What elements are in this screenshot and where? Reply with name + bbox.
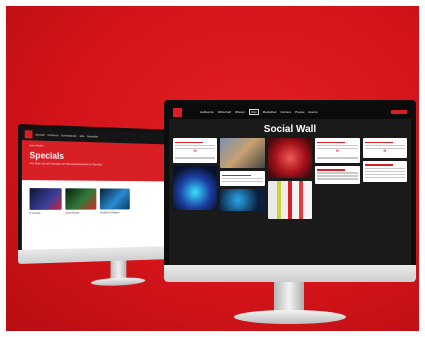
social-post[interactable]: ❝ [315,138,360,163]
post-image[interactable] [267,138,313,178]
monitor-stand-foot [90,276,146,287]
post-text-line [364,170,405,173]
post-text-line [317,178,358,180]
post-text-line [317,169,346,171]
card-thumbnail [65,188,97,210]
monitor-chin [164,265,416,282]
card-caption: Künstliche Intelligenz [99,211,120,215]
front-monitor: Heilberufe Wirtschaft Wissen Wall Mediat… [164,100,419,331]
special-card[interactable]: Künstliche Intelligenz [99,188,130,215]
red-backdrop: Specials Konferenz Eventkalender Jobs Ne… [6,6,419,331]
social-post[interactable] [315,165,360,184]
post-text-line [222,180,263,183]
quote-icon: ❝ [193,149,197,156]
monitor-stand-foot [234,310,346,324]
card-caption: IT-Security [29,211,41,215]
post-text-line [317,157,358,159]
card-thumbnail [29,188,62,210]
post-text-line [317,144,358,147]
login-button[interactable] [391,110,407,114]
special-card[interactable]: IT-Security [29,188,62,215]
post-text-line [222,174,251,177]
nav-item[interactable]: Wissen [235,110,245,114]
post-text-line [364,144,405,147]
nav-item[interactable]: Karriere [280,110,291,114]
nav-item[interactable]: Wirtschaft [218,110,231,114]
social-wall-nav: Heilberufe Wirtschaft Wissen Wall Mediat… [169,105,411,119]
post-text-line [317,175,358,177]
social-wall-page: Heilberufe Wirtschaft Wissen Wall Mediat… [169,105,411,265]
page-title: Social Wall [263,124,317,135]
post-text-line [364,176,405,179]
nav-item[interactable]: Jobs [79,135,84,138]
nav-item-active[interactable]: Wall [248,109,259,115]
special-card[interactable]: Cloud-Dienste [65,188,97,215]
wall-column: ❝ [315,138,360,219]
post-text-line [317,141,346,144]
page-title: Specials [29,150,65,161]
post-text-line [175,144,216,147]
post-image[interactable] [220,138,265,168]
post-text-line [364,167,405,170]
post-text-line [364,164,393,166]
post-text-line [364,141,393,144]
nav-item[interactable]: Newsletter [87,135,98,138]
wall-column [220,138,265,219]
nav-item[interactable]: Events [308,110,317,114]
nav-item[interactable]: Mediathek [263,110,277,114]
nav-item[interactable]: Specials [35,133,44,136]
page-subtitle: Hier finden Sie alle Specials und Themen… [29,162,103,167]
post-text-line [175,141,204,144]
social-post[interactable] [362,160,407,182]
nav-item[interactable]: Heilberufe [200,110,214,114]
quote-icon: ❝ [383,149,387,156]
wall-column: ❝ [173,138,218,219]
social-post[interactable] [220,171,265,186]
post-text-line [317,172,358,174]
nav-item[interactable]: Eventkalender [61,134,76,137]
post-text-line [364,173,405,176]
wall-column: ❝ [362,138,407,219]
social-post[interactable]: ❝ [173,138,218,163]
quote-icon: ❝ [335,149,339,156]
brand-logo[interactable] [173,107,182,117]
nav-item[interactable]: Presse [295,110,304,114]
front-monitor-bezel: Heilberufe Wirtschaft Wissen Wall Mediat… [164,100,416,282]
post-text-line [222,177,263,180]
social-wall-grid: ❝ ❝ ❝ [169,138,411,219]
social-post[interactable]: ❝ [362,138,407,158]
post-image[interactable] [267,181,313,219]
post-image[interactable] [220,188,265,211]
post-image[interactable] [173,165,218,210]
nav-item[interactable]: Konferenz [47,133,58,136]
wall-column [267,138,313,219]
brand-logo[interactable] [24,130,33,139]
card-thumbnail [99,188,130,210]
card-caption: Cloud-Dienste [65,211,80,215]
post-text-line [175,157,216,159]
